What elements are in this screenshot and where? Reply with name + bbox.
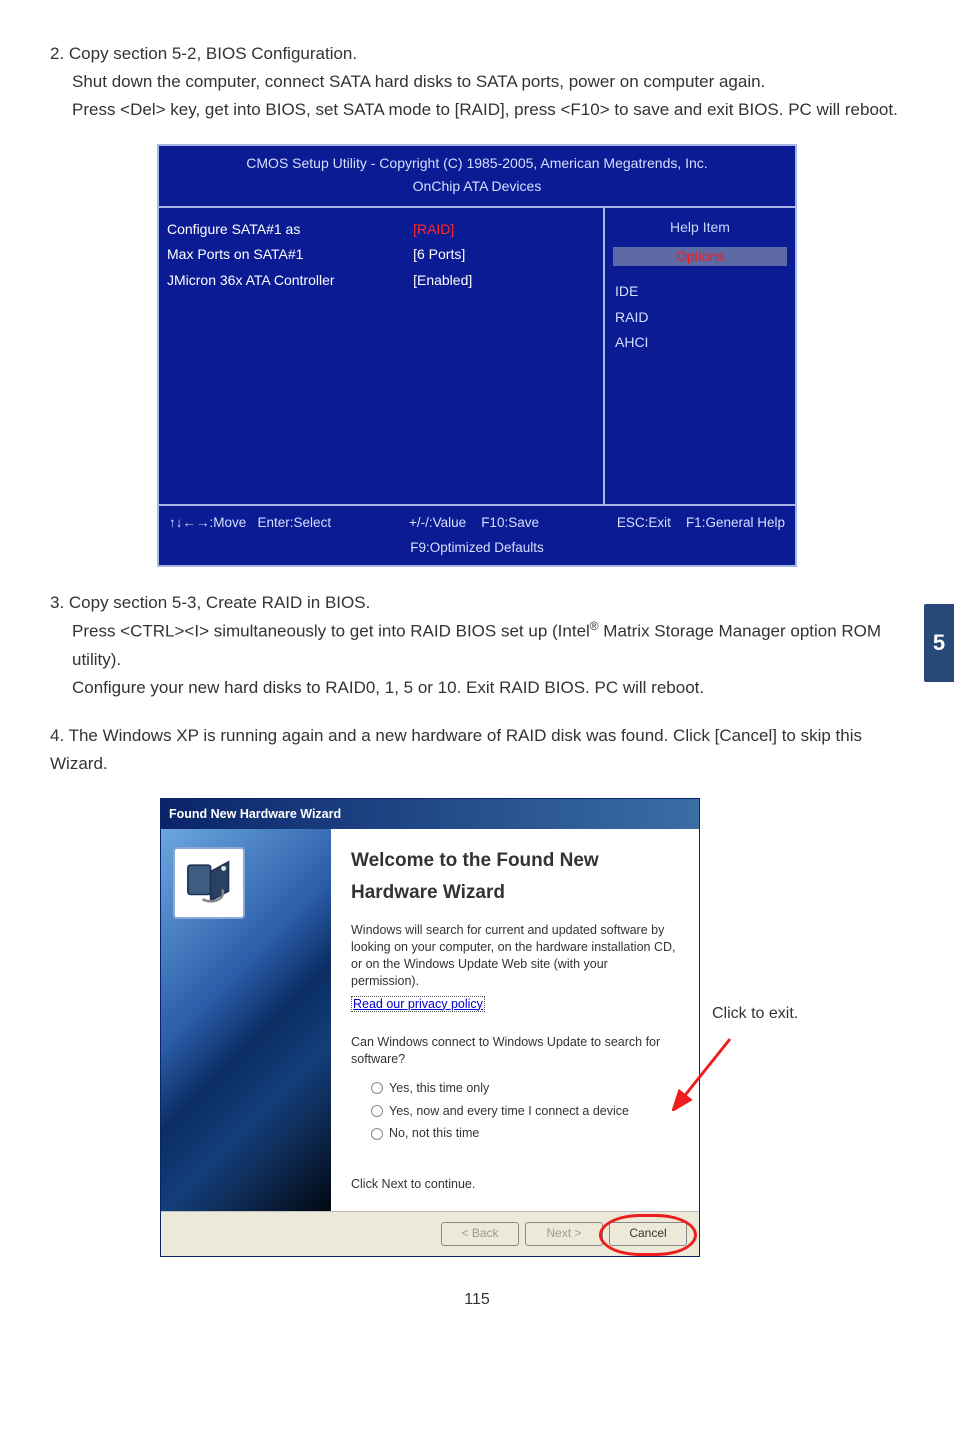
bios-opt-1: RAID [613, 306, 787, 329]
radio-icon [371, 1082, 383, 1094]
step2-line3: Press <Del> key, get into BIOS, set SATA… [50, 96, 904, 124]
bios-help-item: Help Item [613, 216, 787, 239]
click-to-exit-label: Click to exit. [712, 1001, 798, 1027]
wizard-heading: Welcome to the Found New Hardware Wizard [351, 845, 679, 908]
side-chapter-tab: 5 [924, 604, 954, 682]
step-3: 3. Copy section 5-3, Create RAID in BIOS… [50, 589, 904, 702]
wizard-continue-text: Click Next to continue. [351, 1176, 679, 1193]
radio-icon [371, 1128, 383, 1140]
step3-line1: 3. Copy section 5-3, Create RAID in BIOS… [50, 589, 904, 617]
next-button: Next > [525, 1222, 603, 1246]
bios-opt-0: IDE [613, 280, 787, 303]
wizard-sidebar [161, 829, 331, 1210]
wizard-device-icon [173, 847, 245, 919]
bios-value-1[interactable]: [6 Ports] [413, 243, 595, 266]
reg-symbol: ® [590, 619, 599, 633]
bios-options-box: Options [613, 247, 787, 266]
wizard-wrap: Found New Hardware Wizard Welcome to the… [160, 798, 904, 1257]
page-number: 115 [50, 1287, 904, 1313]
step2-line1: 2. Copy section 5-2, BIOS Configuration. [50, 40, 904, 68]
callout-arrow-icon [672, 1031, 742, 1111]
radio-label: Yes, now and every time I connect a devi… [389, 1101, 629, 1122]
radio-label: Yes, this time only [389, 1078, 489, 1099]
step2-line2: Shut down the computer, connect SATA har… [50, 68, 904, 96]
bios-title: CMOS Setup Utility - Copyright (C) 1985-… [159, 146, 795, 206]
bios-foot-move: ↑↓←→:Move Enter:Select [169, 512, 331, 534]
bios-opt-2: AHCI [613, 331, 787, 354]
step3-line2: Press <CTRL><I> simultaneously to get in… [50, 617, 904, 674]
found-new-hardware-wizard: Found New Hardware Wizard Welcome to the… [160, 798, 700, 1257]
wizard-question: Can Windows connect to Windows Update to… [351, 1034, 679, 1068]
bios-label-2: JMicron 36x ATA Controller [167, 269, 413, 292]
step-4: 4. The Windows XP is running again and a… [50, 722, 904, 778]
bios-foot-f9: F9:Optimized Defaults [169, 535, 785, 559]
radio-label: No, not this time [389, 1123, 479, 1144]
bios-title-2: OnChip ATA Devices [159, 175, 795, 198]
radio-yes-always[interactable]: Yes, now and every time I connect a devi… [351, 1101, 679, 1122]
bios-options-label: Options [613, 247, 787, 266]
bios-label-0: Configure SATA#1 as [167, 218, 413, 241]
bios-foot-esc: ESC:Exit F1:General Help [617, 512, 785, 534]
privacy-link[interactable]: Read our privacy policy [351, 996, 485, 1012]
bios-screenshot: CMOS Setup Utility - Copyright (C) 1985-… [157, 144, 797, 567]
step4-line1: 4. The Windows XP is running again and a… [50, 722, 904, 778]
radio-no[interactable]: No, not this time [351, 1123, 679, 1144]
radio-yes-once[interactable]: Yes, this time only [351, 1078, 679, 1099]
bios-value-0[interactable]: [RAID] [413, 218, 595, 241]
back-button: < Back [441, 1222, 519, 1246]
radio-icon [371, 1105, 383, 1117]
bios-foot-val: +/-/:Value F10:Save [409, 512, 539, 534]
bios-label-1: Max Ports on SATA#1 [167, 243, 413, 266]
wizard-paragraph-1: Windows will search for current and upda… [351, 922, 679, 990]
step3-line3: Configure your new hard disks to RAID0, … [50, 674, 904, 702]
bios-value-2[interactable]: [Enabled] [413, 269, 595, 292]
step-2: 2. Copy section 5-2, BIOS Configuration.… [50, 40, 904, 124]
wizard-title: Found New Hardware Wizard [161, 799, 699, 830]
cancel-button[interactable]: Cancel [609, 1222, 687, 1246]
bios-footer: ↑↓←→:Move Enter:Select +/-/:Value F10:Sa… [159, 506, 795, 565]
bios-title-1: CMOS Setup Utility - Copyright (C) 1985-… [159, 152, 795, 175]
